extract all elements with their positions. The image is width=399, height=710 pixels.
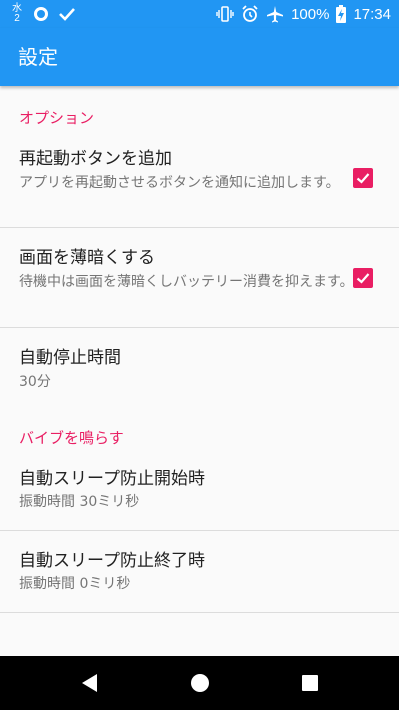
check-icon [59,8,75,21]
vibrate-icon [216,6,234,22]
pref-title: 自動スリープ防止開始時 [19,469,205,489]
pref-title: 自動スリープ防止終了時 [19,551,205,571]
recents-button[interactable] [288,656,332,710]
pref-summary: 振動時間 30ミリ秒 [19,494,140,510]
calendar-icon: 水 2 [10,4,24,24]
recents-icon [302,675,318,691]
sync-circle-icon [34,7,48,21]
checkmark-icon [356,273,370,284]
divider [0,612,399,613]
home-icon [191,674,209,692]
category-options: オプション [19,109,95,127]
restart-button-checkbox[interactable] [353,168,373,188]
pref-sleep-prevent-end[interactable]: 自動スリープ防止終了時 振動時間 0ミリ秒 [0,531,399,612]
dim-screen-checkbox[interactable] [353,268,373,288]
airplane-icon [267,6,284,23]
pref-auto-stop-time[interactable]: 自動停止時間 30分 [0,328,399,400]
day-label: 2 [14,13,20,24]
home-button[interactable] [178,656,222,710]
pref-summary: アプリを再起動させるボタンを通知に追加します。 [19,175,340,191]
battery-percent: 100% [291,5,330,23]
status-bar: 水 2 100% 17:34 [0,0,399,28]
navigation-bar [0,656,399,710]
back-icon [82,674,97,692]
pref-sleep-prevent-start[interactable]: 自動スリープ防止開始時 振動時間 30ミリ秒 [0,452,399,530]
app-bar: 設定 [0,28,399,86]
pref-summary: 30分 [19,374,51,390]
pref-title: 画面を薄暗くする [19,248,155,268]
category-vibrate: バイブを鳴らす [19,429,124,447]
battery-charging-icon [336,5,347,23]
checkmark-icon [356,173,370,184]
clock: 17:34 [353,5,391,23]
pref-dim-screen[interactable]: 画面を薄暗くする 待機中は画面を薄暗くしバッテリー消費を抑えます。 [0,228,399,327]
page-title: 設定 [18,45,58,69]
pref-summary: 待機中は画面を薄暗くしバッテリー消費を抑えます。 [19,274,354,290]
pref-title: 再起動ボタンを追加 [19,149,172,169]
pref-summary: 振動時間 0ミリ秒 [19,576,131,592]
back-button[interactable] [68,656,112,710]
alarm-icon [242,5,258,22]
pref-title: 自動停止時間 [19,348,121,368]
pref-restart-button[interactable]: 再起動ボタンを追加 アプリを再起動させるボタンを通知に追加します。 [0,135,399,227]
